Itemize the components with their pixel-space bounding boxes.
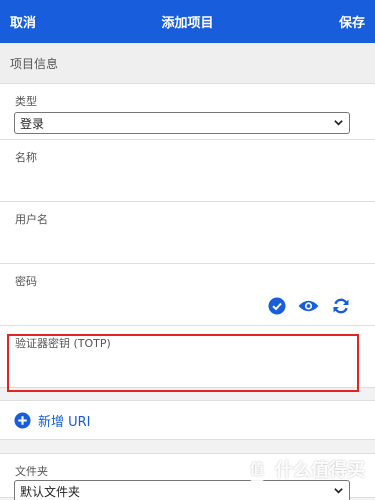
- cancel-button[interactable]: 取消: [10, 12, 36, 31]
- watermark-text: 什么值得买: [275, 460, 365, 481]
- type-select-value: 登录: [20, 116, 45, 131]
- check-circle-icon[interactable]: [266, 296, 287, 315]
- type-label: 类型: [15, 95, 37, 108]
- eye-icon[interactable]: [298, 296, 319, 315]
- watermark-logo: 值: [244, 456, 270, 482]
- name-field[interactable]: 名称: [0, 140, 375, 202]
- username-label: 用户名: [15, 213, 48, 226]
- password-field[interactable]: 密码: [0, 264, 375, 326]
- type-select[interactable]: 登录: [14, 112, 350, 134]
- add-uri-label: 新增 URI: [38, 414, 91, 430]
- username-field[interactable]: 用户名: [0, 202, 375, 264]
- totp-field[interactable]: 验证器密钥 (TOTP): [0, 326, 375, 388]
- password-label: 密码: [15, 275, 37, 288]
- folder-select-value: 默认文件夹: [20, 484, 81, 499]
- chevron-down-icon: [334, 120, 343, 126]
- save-button[interactable]: 保存: [339, 12, 365, 31]
- name-label: 名称: [15, 151, 37, 164]
- watermark: 值 什么值得买: [244, 456, 365, 482]
- password-actions: [266, 296, 351, 315]
- folder-select[interactable]: 默认文件夹: [14, 480, 350, 500]
- add-uri-button[interactable]: 新增 URI: [0, 400, 375, 440]
- type-field: 类型 登录: [0, 84, 375, 140]
- page-title: 添加项目: [161, 16, 214, 31]
- section-title: 项目信息: [0, 43, 375, 84]
- app-header: 取消 添加项目 保存: [0, 0, 375, 43]
- refresh-icon[interactable]: [330, 296, 351, 315]
- plus-circle-icon: [14, 411, 31, 429]
- totp-label: 验证器密钥 (TOTP): [15, 337, 111, 350]
- chevron-down-icon: [334, 488, 343, 494]
- folder-label: 文件夹: [15, 465, 48, 478]
